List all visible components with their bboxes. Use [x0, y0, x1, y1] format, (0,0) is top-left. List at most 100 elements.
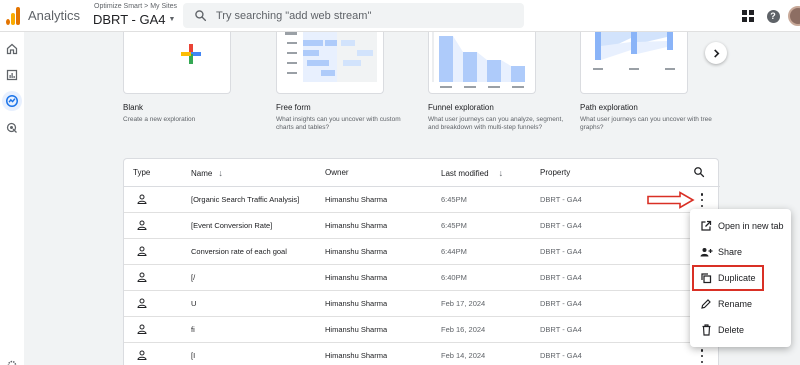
apps-grid-icon[interactable]	[739, 7, 757, 25]
top-bar: Analytics Optimize Smart > My Sites DBRT…	[0, 0, 800, 32]
last-modified: 6:44PM	[441, 247, 467, 256]
owner: Himanshu Sharma	[325, 273, 388, 282]
column-header-name[interactable]: Name ↓	[191, 168, 223, 178]
column-header-last-modified[interactable]: Last modified ↓	[441, 168, 503, 178]
explore-icon[interactable]	[2, 91, 22, 111]
search-icon	[195, 10, 207, 22]
search-input[interactable]	[216, 9, 496, 22]
person-icon	[137, 246, 147, 256]
search-bar[interactable]	[183, 3, 524, 28]
menu-item-rename[interactable]: Rename	[690, 291, 791, 317]
table-row[interactable]: [Organic Search Traffic Analysis] Himans…	[124, 187, 720, 213]
property: DBRT - GA4	[540, 273, 582, 282]
template-description: What user journeys can you uncover with …	[580, 116, 712, 132]
template-blank[interactable]: Blank Create a new exploration	[123, 32, 231, 124]
help-icon[interactable]: ?	[764, 7, 782, 25]
menu-item-open-new-tab[interactable]: Open in new tab	[690, 213, 791, 239]
menu-item-label: Rename	[718, 299, 753, 309]
property: DBRT - GA4	[540, 325, 582, 334]
table-header: Type Name ↓ Owner Last modified ↓ Property	[124, 159, 720, 187]
sort-arrow-icon[interactable]: ↓	[499, 168, 504, 178]
home-icon[interactable]	[2, 39, 22, 59]
last-modified: 6:40PM	[441, 273, 467, 282]
person-icon	[137, 298, 147, 308]
template-thumbnail[interactable]	[580, 32, 688, 94]
template-free-form[interactable]: Free form What insights can you uncover …	[276, 32, 401, 133]
app-title[interactable]: Analytics	[28, 8, 80, 23]
menu-item-share[interactable]: Share	[690, 239, 791, 265]
template-name: Path exploration	[580, 103, 638, 112]
reports-icon[interactable]	[2, 65, 22, 85]
owner: Himanshu Sharma	[325, 351, 388, 360]
table-row[interactable]: [/ Himanshu Sharma 6:40PM DBRT - GA4	[124, 265, 720, 291]
template-path[interactable]: Path exploration What user journeys can …	[580, 32, 712, 133]
template-funnel[interactable]: Funnel exploration What user journeys ca…	[428, 32, 563, 133]
template-thumbnail[interactable]	[123, 32, 231, 94]
template-thumbnail[interactable]	[428, 32, 536, 94]
analytics-logo-icon[interactable]	[6, 7, 20, 25]
table-row[interactable]: Conversion rate of each goal Himanshu Sh…	[124, 239, 720, 265]
advertising-icon[interactable]	[2, 118, 22, 138]
last-modified: Feb 17, 2024	[441, 299, 486, 308]
table-row[interactable]: [I Himanshu Sharma Feb 14, 2024 DBRT - G…	[124, 343, 720, 365]
table-row[interactable]: fi Himanshu Sharma Feb 16, 2024 DBRT - G…	[124, 317, 720, 343]
template-name: Free form	[276, 103, 311, 112]
exploration-name[interactable]: [Organic Search Traffic Analysis]	[191, 195, 309, 204]
column-header-type: Type	[133, 168, 151, 177]
column-header-owner: Owner	[325, 168, 349, 177]
exploration-name[interactable]: fi	[191, 325, 309, 334]
menu-item-label: Share	[718, 247, 743, 257]
exploration-name[interactable]: U	[191, 299, 309, 308]
plus-icon	[181, 44, 201, 64]
search-icon[interactable]	[693, 166, 705, 178]
property-name: DBRT - GA4	[93, 12, 166, 27]
template-name: Blank	[123, 103, 144, 112]
breadcrumb[interactable]: Optimize Smart > My Sites	[94, 3, 177, 10]
person-icon	[137, 350, 147, 360]
person-icon	[137, 272, 147, 282]
exploration-name[interactable]: [I	[191, 351, 309, 360]
template-name: Funnel exploration	[428, 103, 494, 112]
exploration-name[interactable]: [Event Conversion Rate]	[191, 221, 309, 230]
settings-icon[interactable]	[2, 355, 22, 365]
table-row[interactable]: [Event Conversion Rate] Himanshu Sharma …	[124, 213, 720, 239]
table-row[interactable]: U Himanshu Sharma Feb 17, 2024 DBRT - GA…	[124, 291, 720, 317]
last-modified: Feb 14, 2024	[441, 351, 486, 360]
next-templates-button[interactable]	[705, 42, 727, 64]
template-description: Create a new exploration	[123, 116, 196, 123]
last-modified: 6:45PM	[441, 195, 467, 204]
pencil-icon	[699, 297, 713, 311]
annotation-arrow-icon	[647, 191, 695, 209]
funnel-preview-icon	[432, 32, 525, 88]
owner: Himanshu Sharma	[325, 299, 388, 308]
last-modified: 6:45PM	[441, 221, 467, 230]
menu-item-label: Duplicate	[718, 273, 756, 283]
exploration-name[interactable]: [/	[191, 273, 309, 282]
person-icon	[137, 324, 147, 334]
owner: Himanshu Sharma	[325, 247, 388, 256]
context-menu: Open in new tab Share Duplicate Rename D…	[690, 209, 791, 347]
explorations-table: Type Name ↓ Owner Last modified ↓ Property…	[123, 158, 720, 365]
property: DBRT - GA4	[540, 351, 582, 360]
property-selector[interactable]: DBRT - GA4 ▼	[93, 12, 175, 27]
person-icon	[137, 220, 147, 230]
more-options-icon[interactable]	[698, 349, 706, 363]
avatar[interactable]	[788, 6, 800, 26]
exploration-name[interactable]: Conversion rate of each goal	[191, 247, 309, 256]
person-add-icon	[699, 245, 713, 259]
open-in-new-icon	[699, 219, 713, 233]
property: DBRT - GA4	[540, 221, 582, 230]
template-thumbnail[interactable]	[276, 32, 384, 94]
chevron-right-icon	[713, 48, 719, 58]
trash-icon	[699, 323, 713, 337]
menu-item-delete[interactable]: Delete	[690, 317, 791, 343]
template-description: What insights can you uncover with custo…	[276, 116, 401, 132]
caret-down-icon: ▼	[168, 16, 176, 23]
sort-arrow-icon[interactable]: ↓	[218, 168, 223, 178]
owner: Himanshu Sharma	[325, 221, 388, 230]
path-preview-icon	[593, 32, 675, 70]
menu-item-duplicate[interactable]: Duplicate	[692, 265, 764, 291]
last-modified: Feb 16, 2024	[441, 325, 486, 334]
menu-item-label: Open in new tab	[718, 221, 784, 231]
more-options-icon[interactable]	[698, 193, 706, 207]
